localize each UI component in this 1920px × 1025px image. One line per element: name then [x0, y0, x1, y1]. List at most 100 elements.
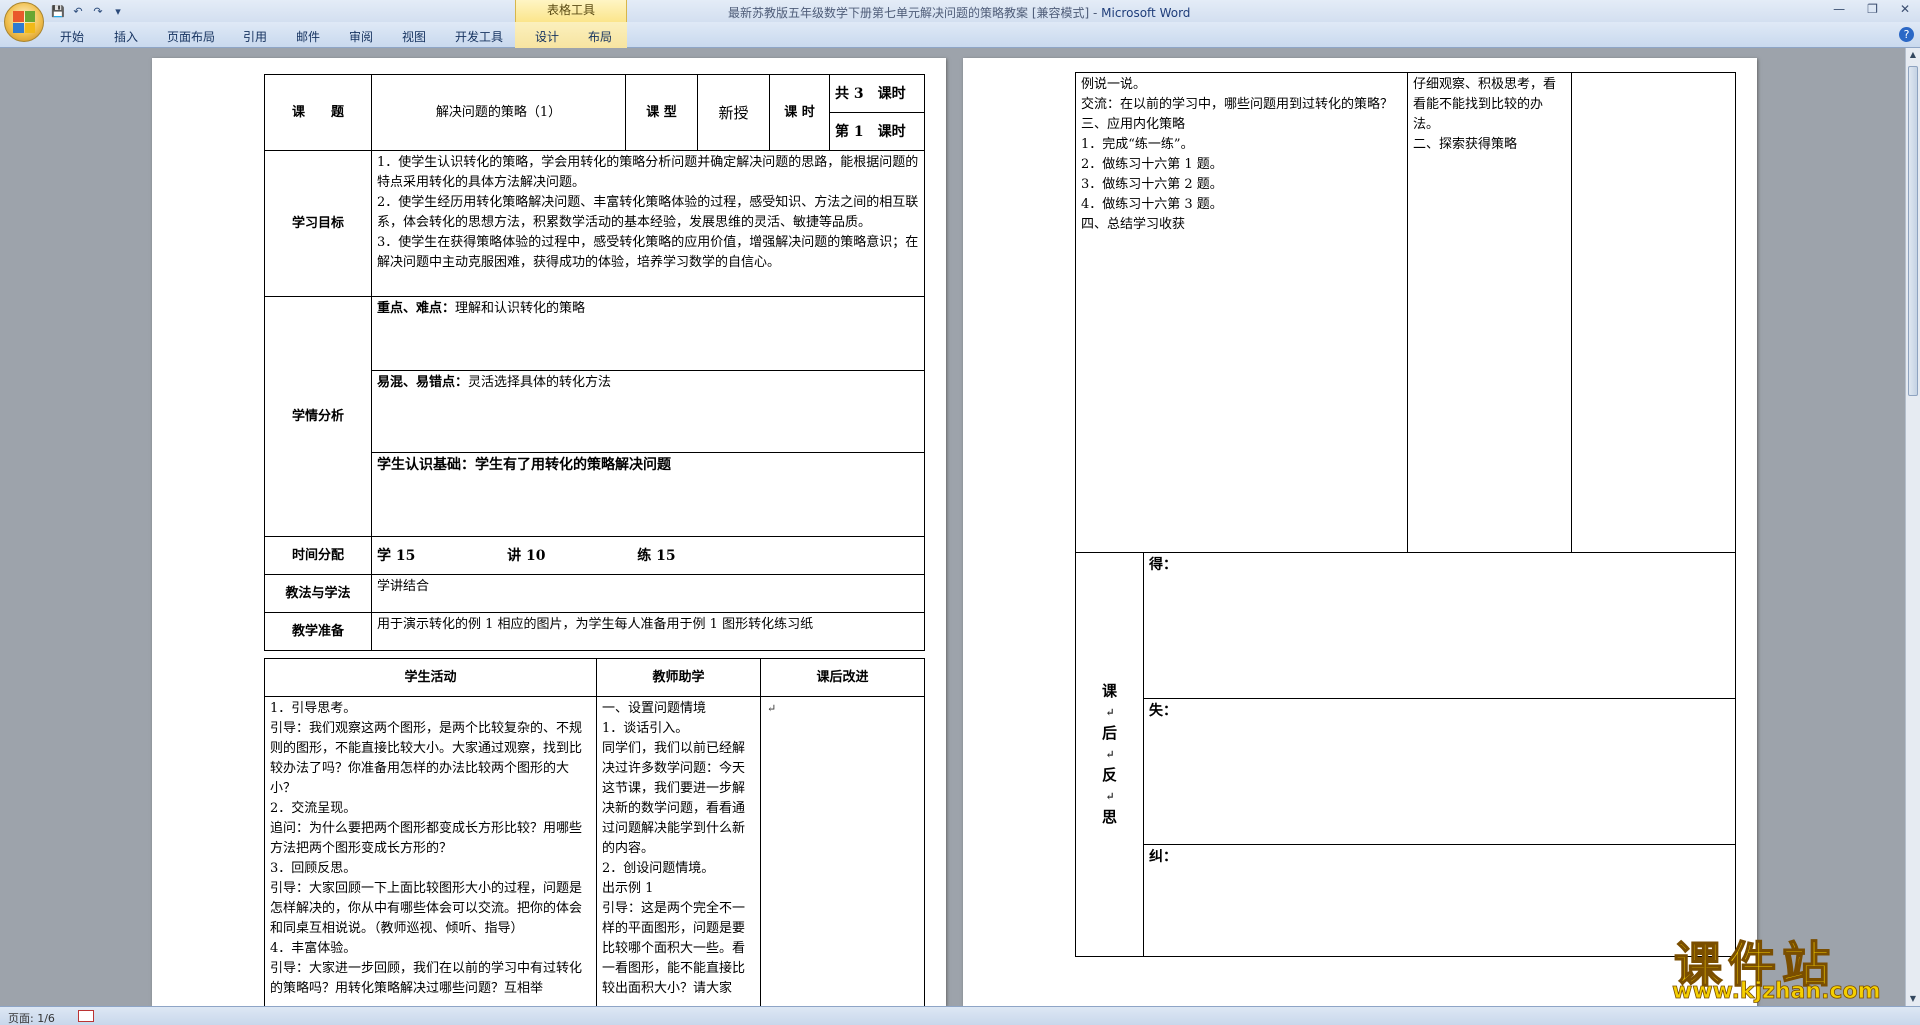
close-icon[interactable]: ✕ — [1900, 2, 1910, 16]
confuse-label: 易混、易错点： — [377, 375, 469, 390]
status-bar: 页面: 1/6 — [0, 1006, 1920, 1025]
tab-insert[interactable]: 插入 — [114, 28, 138, 45]
minimize-icon[interactable]: — — [1833, 2, 1845, 16]
time-talk: 讲 10 — [507, 547, 546, 564]
restore-icon[interactable]: ❐ — [1867, 2, 1878, 16]
goal-item: 2．使学生经历用转化策略解决问题、丰富转化策略体验的过程，感受知识、方法之间的相… — [377, 195, 919, 230]
watermark-logo: 课件站 www.kjzhan.com — [1668, 925, 1913, 1005]
confuse-cell[interactable]: 易混、易错点：灵活选择具体的转化方法 — [371, 370, 925, 453]
tab-design[interactable]: 设计 — [535, 28, 559, 45]
teacher-help-header: 教师助学 — [596, 658, 761, 697]
teacher-line: 二、探索获得策略 — [1413, 137, 1518, 152]
window-title: 最新苏教版五年级数学下册第七单元解决问题的策略教案 [兼容模式] - Micro… — [728, 4, 1190, 21]
keypoint-cell[interactable]: 重点、难点：理解和认识转化的策略 — [371, 296, 925, 371]
teacher-line: 2．创设问题情境。 — [602, 861, 715, 876]
scroll-up-icon[interactable]: ▲ — [1906, 48, 1920, 62]
tab-layout[interactable]: 布局 — [588, 28, 612, 45]
title-label: 课 题 — [264, 74, 372, 151]
goal-item: 1．使学生认识转化的策略，学会用转化的策略分析问题并确定解决问题的思路，能根据问… — [377, 155, 919, 190]
type-value[interactable]: 新授 — [697, 74, 770, 151]
reflection-char: 思 — [1101, 808, 1117, 826]
after-class-cell-cont[interactable] — [1571, 72, 1736, 553]
page-1: 课 题 解决问题的策略（1） 课 型 新授 课 时 共 3 课时 第 1 课时 … — [152, 58, 946, 1006]
activity-table: 学生活动 教师助学 课后改进 1．引导思考。 引导：我们观察这两个图形，是两个比… — [264, 658, 925, 1006]
student-line: 例说一说。 — [1081, 77, 1147, 92]
student-line: 引导：我们观察这两个图形，是两个比较复杂的、不规则的图形，不能直接比较大小。大家… — [270, 721, 583, 796]
goals-cell[interactable]: 1．使学生认识转化的策略，学会用转化的策略分析问题并确定解决问题的思路，能根据问… — [371, 150, 925, 297]
time-practice: 练 15 — [637, 547, 676, 564]
save-icon[interactable]: 💾 — [50, 3, 66, 19]
student-activity-cell-cont[interactable]: 例说一说。 交流：在以前的学习中，哪些问题用到过转化的策略？ 三、应用内化策略 … — [1075, 72, 1408, 553]
paragraph-mark-icon: ↵ — [1105, 790, 1115, 803]
lesson-plan-header-table: 课 题 解决问题的策略（1） 课 型 新授 课 时 共 3 课时 第 1 课时 … — [264, 74, 925, 651]
tab-view[interactable]: 视图 — [402, 28, 426, 45]
reflection-char: 课 — [1101, 682, 1117, 700]
activity-table-continued: 例说一说。 交流：在以前的学习中，哪些问题用到过转化的策略？ 三、应用内化策略 … — [1075, 72, 1736, 553]
office-logo-icon — [13, 11, 35, 33]
time-cell[interactable]: 学 15 讲 10 练 15 — [371, 536, 925, 575]
tab-references[interactable]: 引用 — [243, 28, 267, 45]
redo-icon[interactable]: ↷ — [90, 3, 106, 19]
keypoint-value: 理解和认识转化的策略 — [455, 301, 586, 316]
hours-label: 课 时 — [769, 74, 830, 151]
undo-icon[interactable]: ↶ — [70, 3, 86, 19]
student-activity-header: 学生活动 — [264, 658, 597, 697]
student-line: 3．做练习十六第 2 题。 — [1081, 177, 1223, 192]
tab-developer[interactable]: 开发工具 — [455, 28, 503, 45]
teacher-help-cell-cont[interactable]: 仔细观察、积极思考，看看能不能找到比较的办法。 二、探索获得策略 — [1407, 72, 1572, 553]
document-area: 课 题 解决问题的策略（1） 课 型 新授 课 时 共 3 课时 第 1 课时 … — [0, 48, 1905, 1006]
gain-cell[interactable]: 得： — [1143, 552, 1736, 699]
customize-dropdown-icon[interactable]: ▾ — [110, 3, 126, 19]
analysis-label: 学情分析 — [264, 296, 372, 537]
help-icon[interactable]: ? — [1899, 27, 1914, 42]
time-label: 时间分配 — [264, 536, 372, 575]
title-bar: 表格工具 最新苏教版五年级数学下册第七单元解决问题的策略教案 [兼容模式] - … — [0, 0, 1920, 22]
teacher-line: 同学们，我们以前已经解决过许多数学问题：今天这节课，我们要进一步解决新的数学问题… — [602, 741, 746, 856]
reflection-label: 课 ↵ 后 ↵ 反 ↵ 思 — [1075, 552, 1144, 957]
scroll-thumb[interactable] — [1908, 66, 1918, 396]
office-button[interactable] — [4, 2, 44, 42]
student-line: 2．做练习十六第 1 题。 — [1081, 157, 1223, 172]
app-name: Microsoft Word — [1101, 6, 1191, 20]
page-2: 例说一说。 交流：在以前的学习中，哪些问题用到过转化的策略？ 三、应用内化策略 … — [963, 58, 1757, 1006]
reflection-char: 反 — [1101, 766, 1117, 784]
fix-cell[interactable]: 纠： — [1143, 844, 1736, 957]
tab-mailings[interactable]: 邮件 — [296, 28, 320, 45]
student-activity-cell[interactable]: 1．引导思考。 引导：我们观察这两个图形，是两个比较复杂的、不规则的图形，不能直… — [264, 696, 597, 1006]
student-line: 1．完成“练一练”。 — [1081, 137, 1194, 152]
tab-home[interactable]: 开始 — [60, 28, 84, 45]
ribbon-tabs: 开始 插入 页面布局 引用 邮件 审阅 视图 开发工具 设计 布局 ? — [0, 22, 1920, 48]
document-title: 最新苏教版五年级数学下册第七单元解决问题的策略教案 [兼容模式] - — [728, 6, 1102, 20]
student-line: 1．引导思考。 — [270, 701, 357, 716]
watermark-url: www.kjzhan.com — [1672, 979, 1881, 1005]
basis-cell[interactable]: 学生认识基础：学生有了用转化的策略解决问题 — [371, 452, 925, 537]
student-line: 引导：大家回顾一下上面比较图形大小的过程，问题是怎样解决的，你从中有哪些体会可以… — [270, 881, 583, 936]
proofing-icon[interactable] — [78, 1010, 94, 1022]
goal-item: 3．使学生在获得策略体验的过程中，感受转化策略的应用价值，增强解决问题的策略意识… — [377, 235, 919, 270]
confuse-value: 灵活选择具体的转化方法 — [468, 375, 612, 390]
window-controls: — ❐ ✕ — [1833, 2, 1910, 16]
vertical-scrollbar[interactable]: ▲ ▼ — [1905, 48, 1920, 1006]
after-class-header: 课后改进 — [760, 658, 925, 697]
method-value[interactable]: 学讲结合 — [371, 574, 925, 613]
reflection-char: 后 — [1101, 724, 1117, 742]
title-value[interactable]: 解决问题的策略（1） — [371, 74, 626, 151]
student-line: 四、总结学习收获 — [1081, 217, 1186, 232]
tab-review[interactable]: 审阅 — [349, 28, 373, 45]
student-line: 4．丰富体验。 — [270, 941, 357, 956]
hours-total[interactable]: 共 3 课时 — [829, 74, 925, 113]
prep-label: 教学准备 — [264, 612, 372, 651]
teacher-line: 一、设置问题情境 — [602, 701, 707, 716]
tab-page-layout[interactable]: 页面布局 — [167, 28, 215, 45]
student-line: 交流：在以前的学习中，哪些问题用到过转化的策略？ — [1081, 97, 1394, 112]
hours-current[interactable]: 第 1 课时 — [829, 112, 925, 151]
time-learn: 学 15 — [377, 547, 416, 564]
reflection-table: 课 ↵ 后 ↵ 反 ↵ 思 得： 失： 纠： — [1075, 552, 1736, 957]
loss-cell[interactable]: 失： — [1143, 698, 1736, 845]
paragraph-mark-icon: ↵ — [1105, 706, 1115, 719]
after-class-cell[interactable]: ↵ — [760, 696, 925, 1006]
teacher-help-cell[interactable]: 一、设置问题情境 1．谈话引入。 同学们，我们以前已经解决过许多数学问题：今天这… — [596, 696, 761, 1006]
prep-value[interactable]: 用于演示转化的例 1 相应的图片，为学生每人准备用于例 1 图形转化练习纸 — [371, 612, 925, 651]
page-count[interactable]: 页面: 1/6 — [8, 1010, 55, 1025]
goals-label: 学习目标 — [264, 150, 372, 297]
